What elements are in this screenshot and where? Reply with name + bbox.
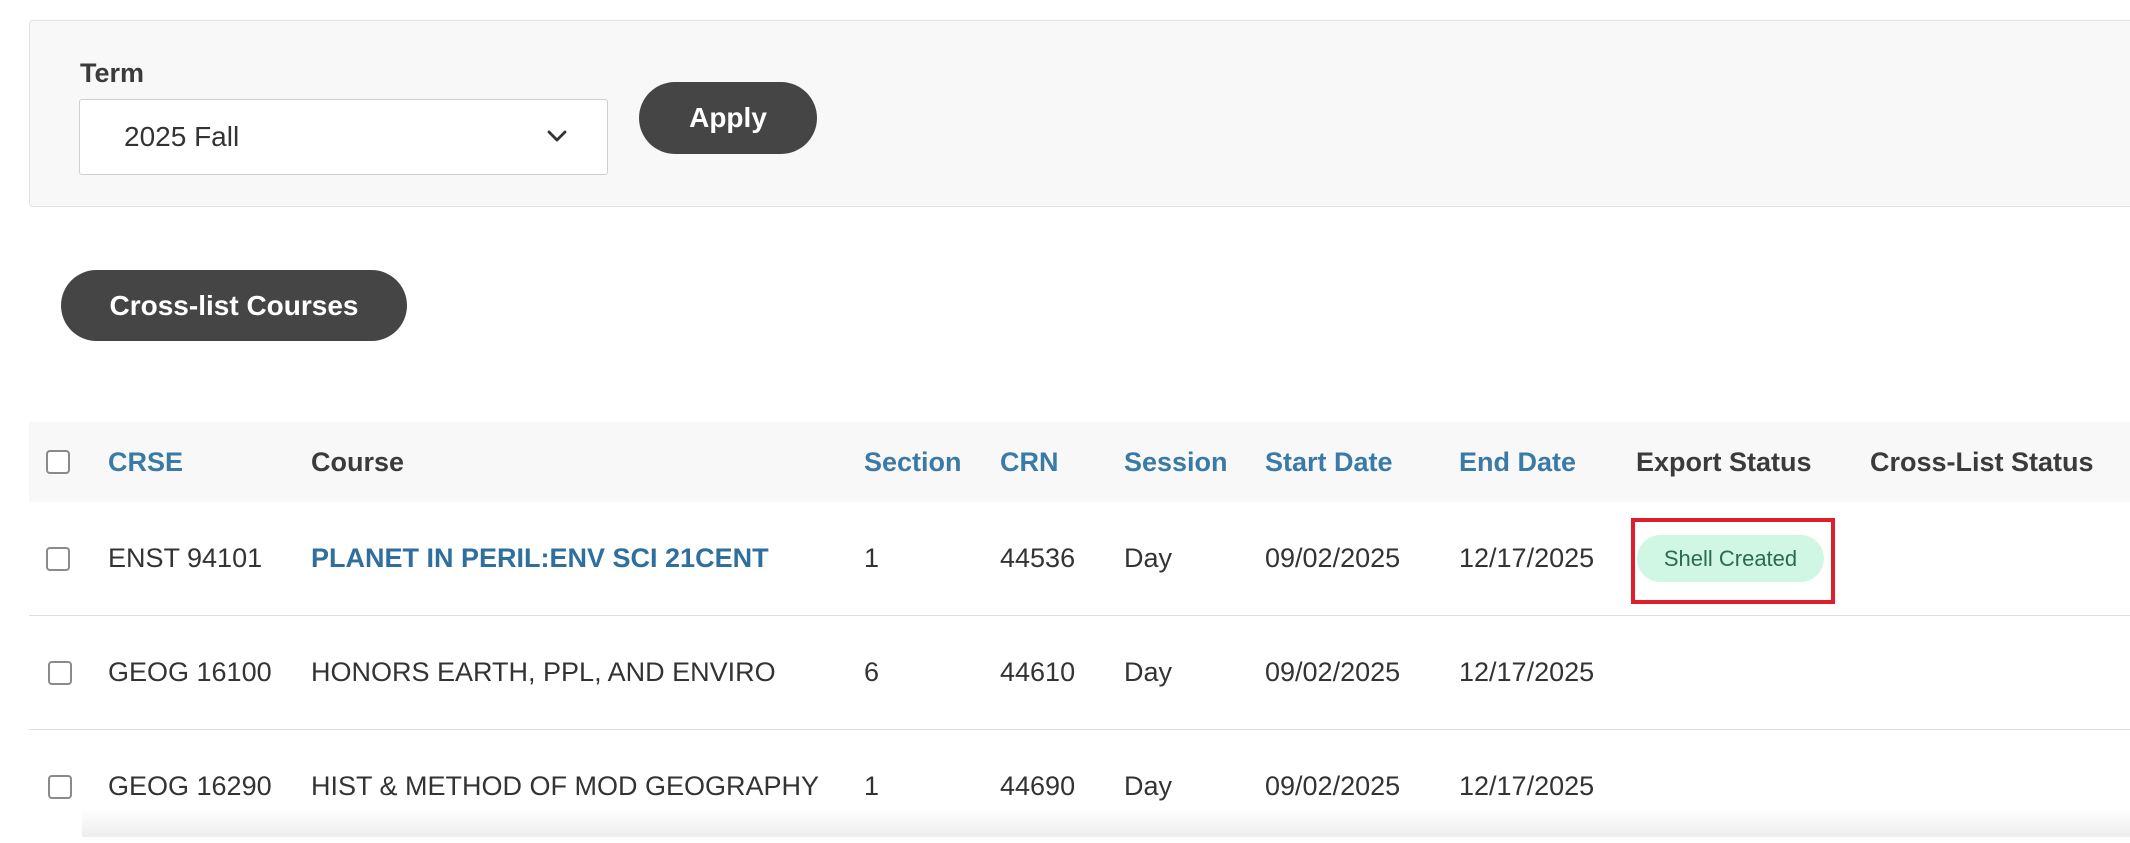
courses-table: CRSE Course Section CRN Session Start Da… — [29, 422, 2130, 843]
header-crn[interactable]: CRN — [1000, 422, 1059, 502]
cross-list-courses-button[interactable]: Cross-list Courses — [61, 270, 407, 341]
cell-crn: 44536 — [1000, 543, 1076, 573]
cell-end-date: 12/17/2025 — [1459, 543, 1595, 573]
bottom-left-mask — [0, 809, 82, 837]
course-link[interactable]: PLANET IN PERIL:ENV SCI 21CENT — [311, 502, 769, 615]
select-all-checkbox[interactable] — [46, 450, 70, 474]
cell-start-date: 09/02/2025 — [1265, 657, 1401, 687]
term-label: Term — [80, 58, 145, 88]
term-select[interactable]: 2025 Fall — [79, 99, 608, 175]
cell-start-date: 09/02/2025 — [1265, 543, 1401, 573]
row-checkbox-cell — [46, 502, 70, 615]
cell-session: Day — [1124, 657, 1173, 687]
cell-section: 1 — [864, 543, 880, 573]
header-start-date[interactable]: Start Date — [1265, 422, 1393, 502]
header-crse[interactable]: CRSE — [108, 422, 183, 502]
cell-end-date: 12/17/2025 — [1459, 657, 1595, 687]
header-export-status: Export Status — [1636, 446, 1812, 477]
table-row: GEOG 16100 HONORS EARTH, PPL, AND ENVIRO… — [29, 616, 2130, 730]
header-session[interactable]: Session — [1124, 422, 1228, 502]
select-all-cell — [46, 422, 70, 502]
cell-session: Day — [1124, 543, 1173, 573]
chevron-down-icon — [547, 130, 567, 142]
cell-section: 6 — [864, 657, 880, 687]
cell-course: HONORS EARTH, PPL, AND ENVIRO — [311, 657, 776, 687]
header-cross-list-status: Cross-List Status — [1870, 446, 2094, 477]
term-select-value: 2025 Fall — [124, 121, 240, 152]
row-checkbox[interactable] — [48, 660, 72, 685]
header-section[interactable]: Section — [864, 422, 962, 502]
cell-crse: ENST 94101 — [108, 543, 263, 573]
header-end-date[interactable]: End Date — [1459, 422, 1576, 502]
highlight-box — [1631, 518, 1835, 604]
row-checkbox-cell — [48, 616, 72, 729]
cell-crn: 44610 — [1000, 657, 1076, 687]
cell-crse: GEOG 16100 — [108, 657, 272, 687]
header-course: Course — [311, 446, 405, 477]
table-header: CRSE Course Section CRN Session Start Da… — [29, 422, 2130, 502]
row-checkbox[interactable] — [48, 774, 72, 799]
filter-panel: Term 2025 Fall Apply — [29, 20, 2130, 207]
bottom-fade — [0, 809, 2130, 837]
apply-button[interactable]: Apply — [639, 82, 817, 154]
row-checkbox[interactable] — [46, 546, 70, 571]
